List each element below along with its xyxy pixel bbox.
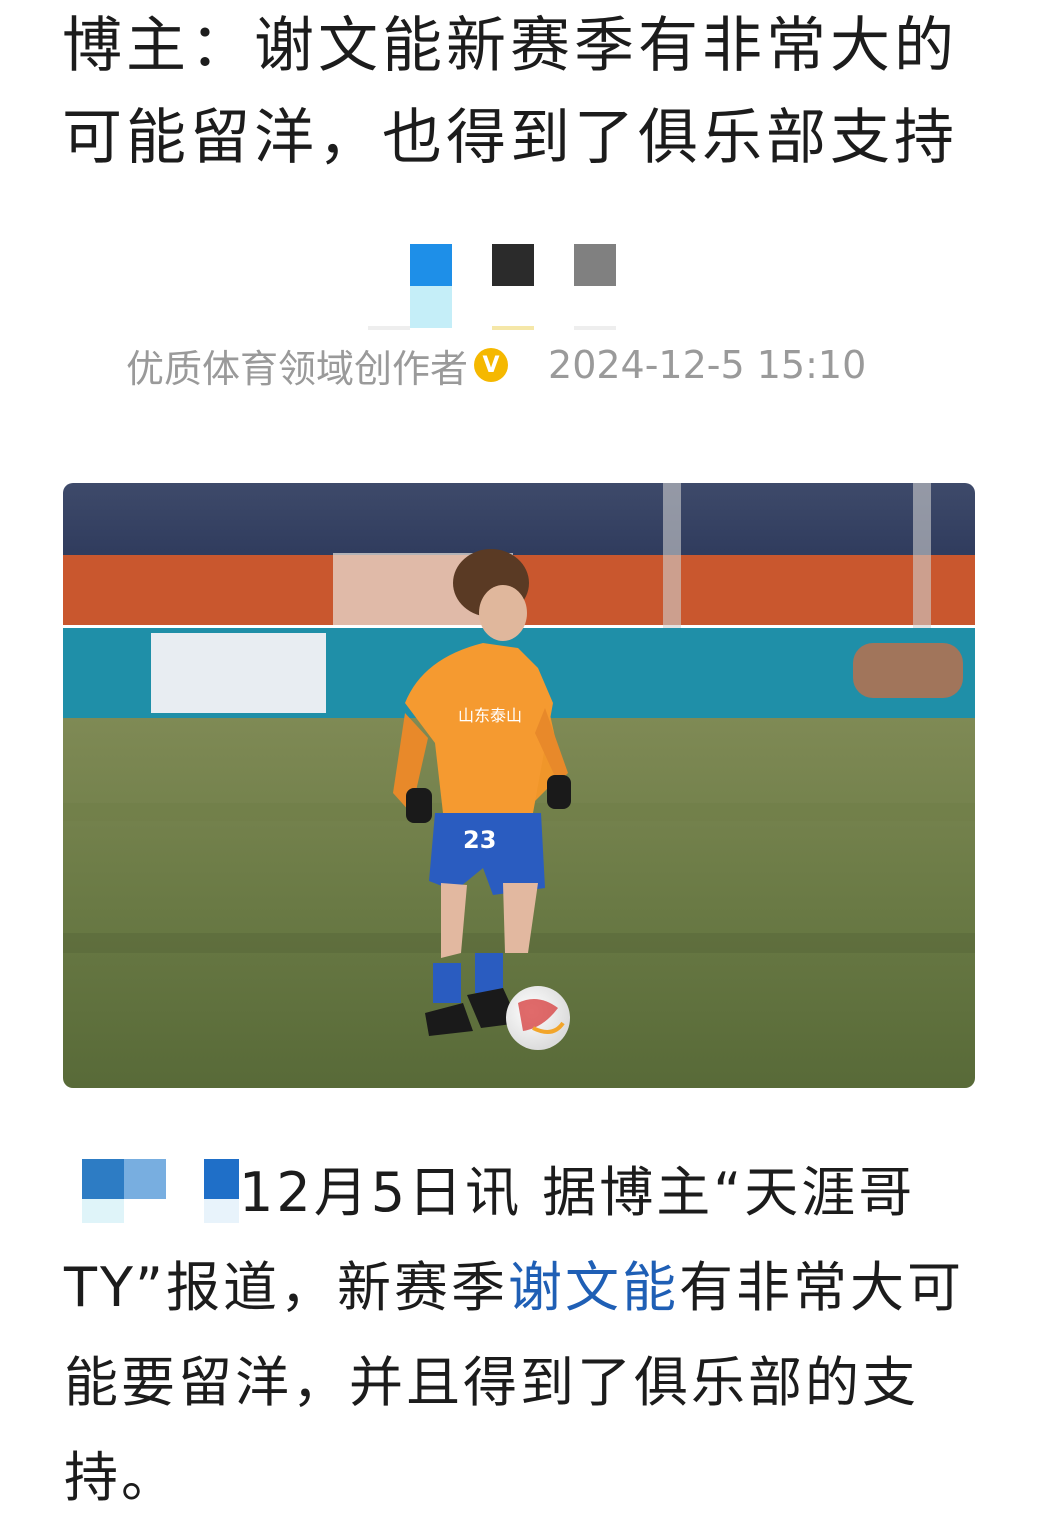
jersey-number: 23	[463, 826, 496, 854]
article-body: 12月5日讯 据博主“天涯哥TY”报道，新赛季谢文能有非常大可能要留洋，并且得到…	[64, 1145, 984, 1525]
verified-icon: V	[474, 348, 509, 382]
publish-time: 2024-12-5 15:10	[548, 343, 867, 387]
jersey-sponsor: 山东泰山	[458, 706, 522, 725]
article-title: 博主：谢文能新赛季有非常大的可能留洋，也得到了俱乐部支持	[62, 11, 958, 173]
article-meta: 优质体育领域创作者 V 2024-12-5 15:10	[126, 338, 866, 392]
player-link[interactable]: 谢文能	[508, 1256, 679, 1319]
source-name-pixelated	[64, 1153, 239, 1223]
author-avatar-pixelated[interactable]	[368, 244, 618, 334]
article-photo[interactable]: 23 山东泰山	[63, 483, 975, 1088]
author-label[interactable]: 优质体育领域创作者	[126, 338, 468, 393]
